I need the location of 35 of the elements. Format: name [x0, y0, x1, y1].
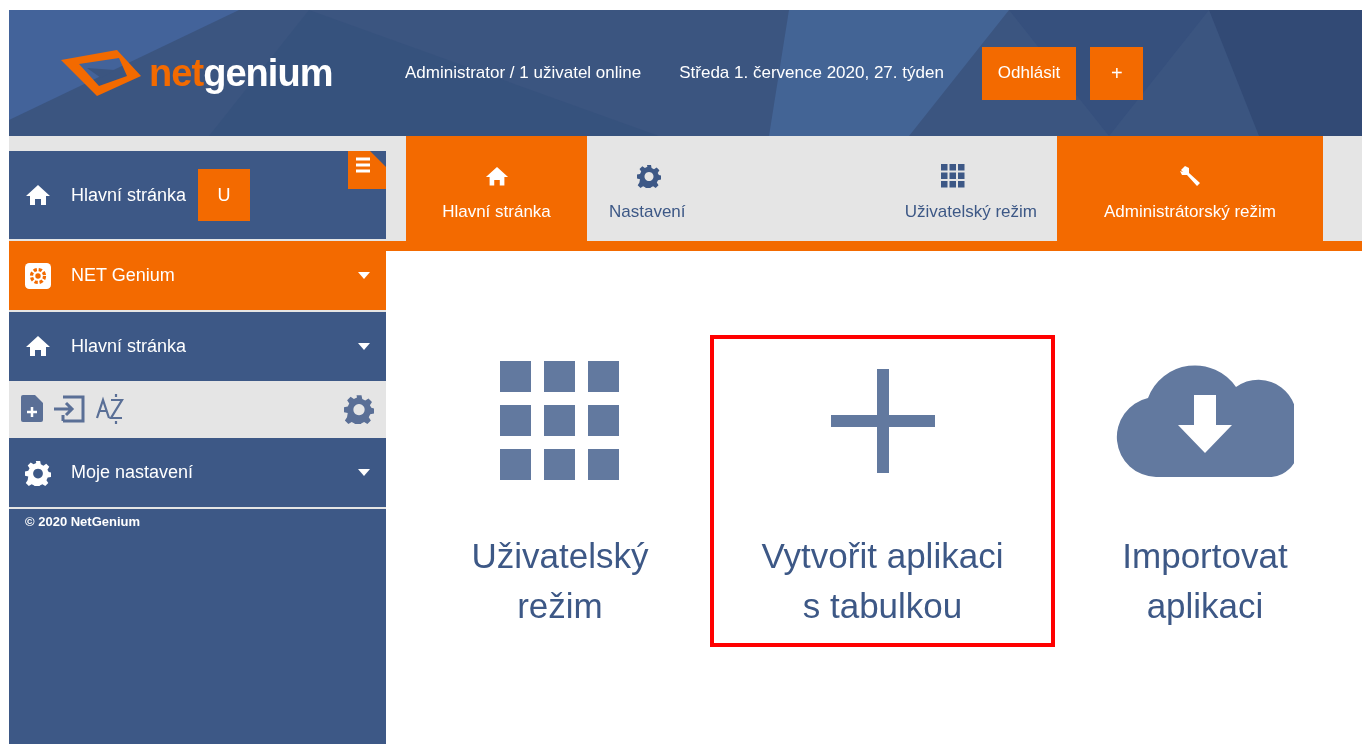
plus-icon: [830, 369, 935, 473]
settings-icon[interactable]: [344, 393, 374, 424]
cloud-download-icon: [1116, 365, 1294, 477]
tile-link[interactable]: Uživatelský režim: [471, 531, 649, 631]
new-document-icon[interactable]: [21, 395, 43, 422]
caret-icon: [358, 343, 370, 350]
home-icon: [484, 165, 509, 186]
tile-link[interactable]: Importovat aplikaci: [1122, 531, 1288, 631]
sidebar-home-link[interactable]: Hlavní stránka: [71, 181, 187, 209]
user-badge[interactable]: U: [198, 169, 251, 221]
home-icon: [25, 184, 51, 206]
sidebar-item[interactable]: Moje nastavení: [9, 438, 386, 507]
sidebar-item[interactable]: NET Genium: [9, 241, 386, 310]
logout-button[interactable]: Odhlásit: [981, 46, 1077, 100]
settings-icon: [637, 163, 661, 188]
settings-icon: [25, 459, 51, 486]
grid-icon: [941, 163, 965, 188]
tab[interactable]: Administrátorský režim: [1057, 136, 1323, 241]
tab[interactable]: Hlavní stránka: [406, 136, 587, 241]
date-text: Středa 1. července 2020, 27. týden: [679, 62, 944, 85]
caret-icon: [358, 469, 370, 476]
grid-icon: [500, 361, 620, 481]
logo-text: netgenium: [149, 54, 333, 92]
copyright-text: © 2020 NetGenium: [25, 514, 141, 529]
sort-az-icon[interactable]: [95, 393, 125, 424]
import-icon[interactable]: [53, 394, 85, 423]
sidebar-item[interactable]: Hlavní stránka: [9, 312, 386, 381]
user-info: Administrator / 1 uživatel online: [405, 62, 642, 85]
home-icon: [25, 335, 51, 358]
caret-icon: [358, 272, 370, 279]
tile-link[interactable]: Vytvořit aplikaci s tabulkou: [761, 531, 1004, 631]
add-button[interactable]: +: [1090, 46, 1144, 100]
gear-box-icon: [25, 262, 51, 289]
table-icon[interactable]: [348, 151, 386, 189]
wrench-icon: [1178, 163, 1202, 188]
